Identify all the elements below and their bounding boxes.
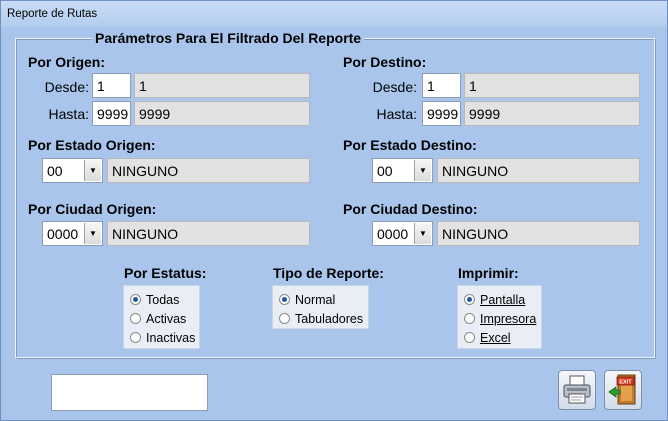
estado-origen-name: NINGUNO — [107, 158, 310, 183]
radio-selected-icon[interactable] — [464, 294, 475, 305]
tipo-reporte-radio-group: Normal Tabuladores — [272, 285, 369, 329]
imprimir-radio-group: Pantalla Impresora Excel — [457, 285, 542, 349]
destino-label: Por Destino: — [343, 54, 427, 70]
ciudad-origen-select[interactable]: 0000 ▼ — [42, 221, 103, 246]
estado-destino-select[interactable]: 00 ▼ — [372, 158, 433, 183]
destino-desde-label: Desde: — [372, 79, 417, 95]
filter-groupbox-legend: Parámetros Para El Filtrado Del Reporte — [92, 30, 365, 46]
imprimir-option-label: Pantalla — [480, 292, 526, 307]
radio-icon[interactable] — [464, 332, 475, 343]
exit-badge-text: EXIT — [619, 379, 632, 385]
imprimir-option-excel[interactable]: Excel — [464, 328, 535, 347]
radio-selected-icon[interactable] — [279, 294, 290, 305]
chevron-down-icon[interactable]: ▼ — [414, 160, 431, 181]
imprimir-option-impresora[interactable]: Impresora — [464, 309, 537, 328]
estado-origen-label: Por Estado Origen: — [28, 137, 156, 153]
destino-desde-input[interactable]: 1 — [422, 73, 461, 98]
origen-desde-label: Desde: — [44, 79, 89, 95]
print-button[interactable] — [558, 370, 596, 410]
ciudad-destino-label: Por Ciudad Destino: — [343, 201, 478, 217]
estado-origen-select[interactable]: 00 ▼ — [42, 158, 103, 183]
ciudad-destino-name: NINGUNO — [437, 221, 640, 246]
imprimir-option-label: Impresora — [480, 311, 537, 326]
origen-label: Por Origen: — [28, 54, 106, 70]
ciudad-origen-label: Por Ciudad Origen: — [28, 201, 157, 217]
status-box — [51, 374, 208, 411]
tipo-reporte-label: Tipo de Reporte: — [273, 265, 384, 281]
destino-hasta-input[interactable]: 9999 — [422, 101, 461, 126]
exit-door-icon: EXIT — [608, 374, 636, 405]
estatus-option-activas[interactable]: Activas — [130, 309, 193, 328]
chevron-down-icon[interactable]: ▼ — [84, 160, 101, 181]
origen-hasta-input[interactable]: 9999 — [92, 101, 131, 126]
tipo-option-tabuladores[interactable]: Tabuladores — [279, 309, 364, 328]
exit-button[interactable]: EXIT — [604, 370, 642, 410]
estatus-label: Por Estatus: — [124, 265, 207, 281]
radio-icon[interactable] — [130, 313, 141, 324]
origen-desde-name: 1 — [134, 73, 310, 98]
destino-hasta-label: Hasta: — [376, 106, 417, 122]
chevron-down-icon[interactable]: ▼ — [414, 223, 431, 244]
report-window: Reporte de Rutas Parámetros Para El Filt… — [0, 0, 668, 421]
estatus-option-todas[interactable]: Todas — [130, 290, 193, 309]
imprimir-option-pantalla[interactable]: Pantalla — [464, 290, 535, 309]
estatus-option-label: Inactivas — [146, 330, 196, 345]
origen-hasta-label: Hasta: — [48, 106, 89, 122]
ciudad-destino-select[interactable]: 0000 ▼ — [372, 221, 433, 246]
estatus-radio-group: Todas Activas Inactivas — [123, 285, 200, 349]
ciudad-destino-value: 0000 — [377, 226, 409, 242]
estatus-option-inactivas[interactable]: Inactivas — [130, 328, 196, 347]
estatus-option-label: Activas — [146, 311, 187, 326]
origen-hasta-name: 9999 — [134, 101, 310, 126]
chevron-down-icon[interactable]: ▼ — [84, 223, 101, 244]
estado-destino-name: NINGUNO — [437, 158, 640, 183]
estado-destino-label: Por Estado Destino: — [343, 137, 477, 153]
tipo-option-label: Tabuladores — [295, 311, 364, 326]
imprimir-label: Imprimir: — [458, 265, 519, 281]
destino-desde-name: 1 — [464, 73, 640, 98]
radio-selected-icon[interactable] — [130, 294, 141, 305]
destino-hasta-name: 9999 — [464, 101, 640, 126]
estado-destino-value: 00 — [377, 163, 393, 179]
estatus-option-label: Todas — [146, 292, 180, 307]
radio-icon[interactable] — [279, 313, 290, 324]
window-title: Reporte de Rutas — [1, 1, 667, 27]
radio-icon[interactable] — [464, 313, 475, 324]
tipo-option-label: Normal — [295, 292, 336, 307]
radio-icon[interactable] — [130, 332, 141, 343]
printer-icon — [563, 375, 591, 404]
imprimir-option-label: Excel — [480, 330, 511, 345]
origen-desde-input[interactable]: 1 — [92, 73, 131, 98]
ciudad-origen-name: NINGUNO — [107, 221, 310, 246]
estado-origen-value: 00 — [47, 163, 63, 179]
tipo-option-normal[interactable]: Normal — [279, 290, 362, 309]
ciudad-origen-value: 0000 — [47, 226, 79, 242]
